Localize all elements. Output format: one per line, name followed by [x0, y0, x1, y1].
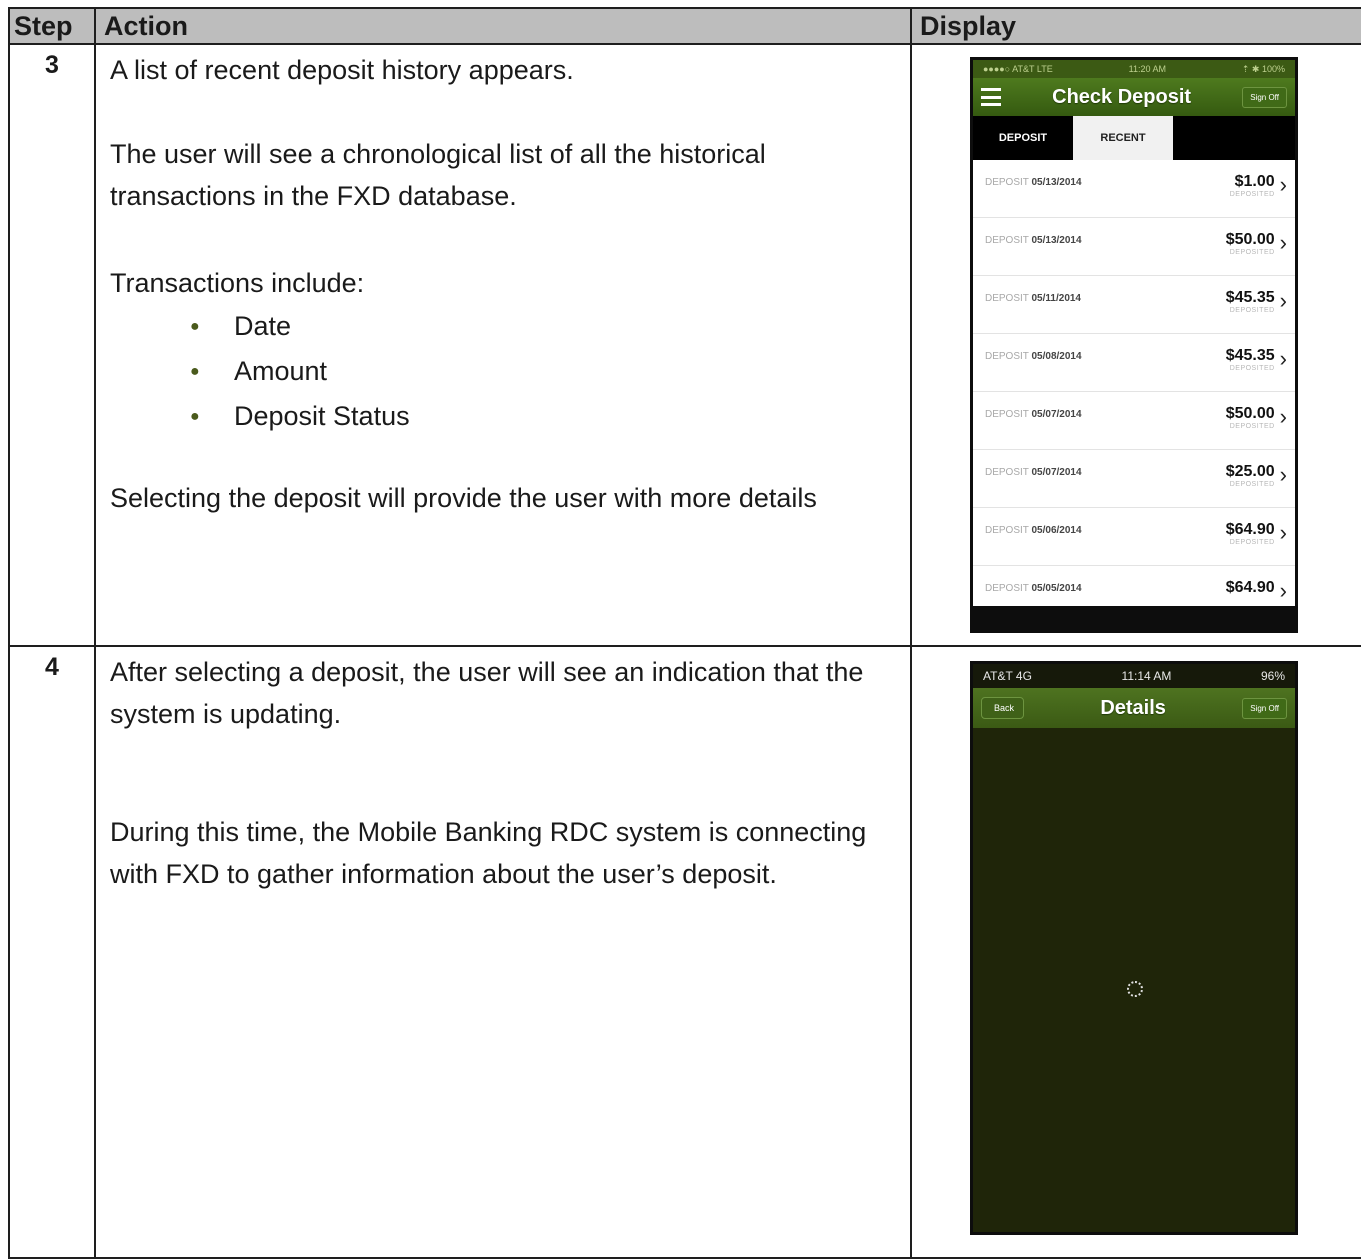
chevron-right-icon: ›: [1279, 462, 1287, 487]
item-amount: $25.00: [1225, 463, 1275, 480]
item-label: DEPOSIT: [985, 293, 1029, 304]
chevron-right-icon: ›: [1279, 288, 1287, 313]
battery-text: ⇡ ✱ 100%: [1241, 63, 1285, 74]
item-amount: $50.00: [1225, 231, 1275, 248]
list-item: Deposit Status: [190, 394, 896, 439]
header-row: Step Action Display: [8, 7, 1361, 45]
item-amount: $45.35: [1225, 347, 1275, 364]
item-status: DEPOSITED: [1229, 365, 1275, 372]
action-paragraph: Selecting the deposit will provide the u…: [110, 483, 817, 513]
list-item: Amount: [190, 349, 896, 394]
list-item[interactable]: DEPOSIT 05/11/2014 $45.35 DEPOSITED ›: [973, 276, 1295, 334]
item-status: DEPOSITED: [1229, 539, 1275, 546]
status-bar: ●●●●○ AT&T LTE 11:20 AM ⇡ ✱ 100%: [973, 60, 1295, 78]
sign-off-button[interactable]: Sign Off: [1242, 697, 1287, 719]
chevron-right-icon: ›: [1279, 172, 1287, 197]
list-item[interactable]: DEPOSIT 05/08/2014 $45.35 DEPOSITED ›: [973, 334, 1295, 392]
item-label: DEPOSIT: [985, 351, 1029, 362]
action-paragraph: A list of recent deposit history appears…: [110, 55, 574, 85]
item-amount: $50.00: [1225, 405, 1275, 422]
item-label: DEPOSIT: [985, 177, 1029, 188]
battery-text: 96%: [1260, 669, 1285, 683]
action-paragraph: After selecting a deposit, the user will…: [110, 657, 864, 729]
action-paragraph: The user will see a chronological list o…: [110, 139, 766, 211]
item-date: 05/07/2014: [1031, 467, 1082, 478]
sign-off-button[interactable]: Sign Off: [1242, 86, 1287, 108]
step-number: 3: [8, 43, 96, 647]
chevron-right-icon: ›: [1279, 230, 1287, 255]
list-item[interactable]: DEPOSIT 05/07/2014 $25.00 DEPOSITED ›: [973, 450, 1295, 508]
nav-bar: Back Details Sign Off: [973, 688, 1295, 728]
time-text: 11:14 AM: [1121, 669, 1172, 683]
item-label: DEPOSIT: [985, 235, 1029, 246]
item-amount: $1.00: [1234, 173, 1275, 190]
item-label: DEPOSIT: [985, 467, 1029, 478]
chevron-right-icon: ›: [1279, 404, 1287, 429]
carrier-text: AT&T 4G: [983, 669, 1032, 683]
list-item[interactable]: DEPOSIT 05/13/2014 $1.00 DEPOSITED ›: [973, 160, 1295, 218]
tab-recent[interactable]: RECENT: [1073, 116, 1173, 160]
item-date: 05/13/2014: [1031, 235, 1082, 246]
display-cell: ●●●●○ AT&T LTE 11:20 AM ⇡ ✱ 100% Check D…: [910, 43, 1361, 647]
item-date: 05/06/2014: [1031, 525, 1082, 536]
item-status: DEPOSITED: [1229, 423, 1275, 430]
bullet-list: Date Amount Deposit Status: [110, 304, 896, 439]
time-text: 11:20 AM: [1128, 64, 1166, 74]
list-item: Date: [190, 304, 896, 349]
list-item[interactable]: DEPOSIT 05/05/2014 $64.90 ›: [973, 566, 1295, 606]
tab-bar: DEPOSIT RECENT: [973, 116, 1295, 160]
item-amount: $64.90: [1225, 579, 1275, 596]
menu-icon[interactable]: [981, 88, 1001, 106]
item-date: 05/11/2014: [1031, 293, 1082, 304]
loading-area: [973, 728, 1295, 1232]
step-header: Step: [8, 7, 96, 45]
item-status: DEPOSITED: [1229, 481, 1275, 488]
display-header: Display: [910, 7, 1361, 45]
nav-bar: Check Deposit Sign Off: [973, 78, 1295, 116]
table-row: 4 After selecting a deposit, the user wi…: [8, 645, 1361, 1259]
action-cell: A list of recent deposit history appears…: [94, 43, 912, 647]
item-status: DEPOSITED: [1229, 307, 1275, 314]
list-item[interactable]: DEPOSIT 05/07/2014 $50.00 DEPOSITED ›: [973, 392, 1295, 450]
item-status: DEPOSITED: [1229, 191, 1275, 198]
step-number: 4: [8, 645, 96, 1259]
list-item[interactable]: DEPOSIT 05/13/2014 $50.00 DEPOSITED ›: [973, 218, 1295, 276]
procedure-table: Step Action Display 3 A list of recent d…: [8, 7, 1361, 1259]
action-header: Action: [94, 7, 912, 45]
screen-title: Check Deposit: [1052, 85, 1192, 108]
item-date: 05/13/2014: [1031, 177, 1082, 188]
list-item[interactable]: DEPOSIT 05/06/2014 $64.90 DEPOSITED ›: [973, 508, 1295, 566]
phone-screenshot-recent: ●●●●○ AT&T LTE 11:20 AM ⇡ ✱ 100% Check D…: [970, 57, 1298, 633]
chevron-right-icon: ›: [1279, 520, 1287, 545]
item-date: 05/07/2014: [1031, 409, 1082, 420]
chevron-right-icon: ›: [1279, 346, 1287, 371]
loading-spinner-icon: [1127, 981, 1143, 997]
item-date: 05/05/2014: [1031, 583, 1082, 594]
item-status: DEPOSITED: [1229, 249, 1275, 256]
action-cell: After selecting a deposit, the user will…: [94, 645, 912, 1259]
screen-title: Details: [1100, 696, 1166, 719]
tab-deposit[interactable]: DEPOSIT: [973, 116, 1073, 160]
item-label: DEPOSIT: [985, 525, 1029, 536]
table-row: 3 A list of recent deposit history appea…: [8, 43, 1361, 647]
item-label: DEPOSIT: [985, 583, 1029, 594]
display-cell: AT&T 4G 11:14 AM 96% Back Details Sign O…: [910, 645, 1361, 1259]
back-button[interactable]: Back: [981, 697, 1025, 719]
chevron-right-icon: ›: [1279, 578, 1287, 603]
carrier-text: ●●●●○ AT&T LTE: [983, 64, 1053, 74]
action-paragraph: During this time, the Mobile Banking RDC…: [110, 817, 867, 889]
item-amount: $64.90: [1225, 521, 1275, 538]
action-paragraph: Transactions include:: [110, 268, 365, 298]
item-label: DEPOSIT: [985, 409, 1029, 420]
item-amount: $45.35: [1225, 289, 1275, 306]
deposit-list: DEPOSIT 05/13/2014 $1.00 DEPOSITED › DEPOS…: [973, 160, 1295, 606]
item-date: 05/08/2014: [1031, 351, 1082, 362]
status-bar: AT&T 4G 11:14 AM 96%: [973, 664, 1295, 688]
phone-screenshot-details: AT&T 4G 11:14 AM 96% Back Details Sign O…: [970, 661, 1298, 1235]
